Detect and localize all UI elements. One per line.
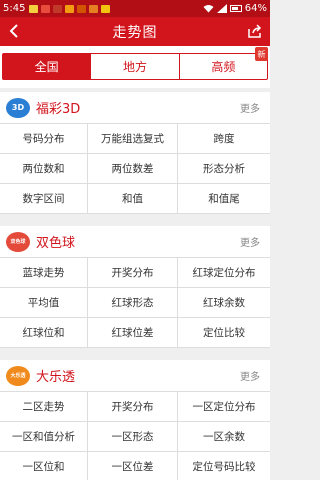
new-badge: 新 xyxy=(254,47,268,61)
wifi-icon xyxy=(203,5,214,13)
notification-icon xyxy=(77,4,87,13)
grid-item[interactable]: 红球位差 xyxy=(88,318,178,348)
tab-label: 全国 xyxy=(34,60,59,74)
grid-item[interactable]: 平均值 xyxy=(0,288,88,318)
grid-item[interactable]: 红球形态 xyxy=(88,288,178,318)
grid-item[interactable]: 开奖分布 xyxy=(88,392,178,422)
grid-item[interactable]: 二区走势 xyxy=(0,392,88,422)
more-link[interactable]: 更多 xyxy=(240,234,260,249)
tab-high-frequency[interactable]: 高频 新 xyxy=(180,47,268,79)
grid-item[interactable]: 红球定位分布 xyxy=(178,258,270,288)
tab-bar-container: 全国 地方 高频 新 xyxy=(0,46,270,88)
tab-label: 高频 xyxy=(211,60,236,74)
grid-item[interactable]: 定位号码比较 xyxy=(178,452,270,480)
grid-item[interactable]: 号码分布 xyxy=(0,124,88,154)
fc3d-logo: 3D xyxy=(6,97,30,118)
ssq-logo: 双色球 xyxy=(6,231,30,252)
notification-icon xyxy=(41,4,51,13)
grid-item[interactable]: 开奖分布 xyxy=(88,258,178,288)
notification-icons xyxy=(29,4,111,13)
chart-grid: 蓝球走势 开奖分布 红球定位分布 平均值 红球形态 红球余数 红球位和 红球位差… xyxy=(0,258,270,348)
grid-item[interactable]: 一区位差 xyxy=(88,452,178,480)
grid-item[interactable]: 一区定位分布 xyxy=(178,392,270,422)
chart-grid: 号码分布 万能组选复式 跨度 两位数和 两位数差 形态分析 数字区间 和值 和值… xyxy=(0,124,270,214)
notification-icon xyxy=(89,4,99,13)
chevron-left-icon xyxy=(9,24,18,38)
grid-item[interactable]: 数字区间 xyxy=(0,184,88,214)
grid-item[interactable]: 两位数差 xyxy=(88,154,178,184)
status-time: 5:45 xyxy=(3,3,26,14)
dlt-logo: 大乐透 xyxy=(6,365,30,386)
tab-national[interactable]: 全国 xyxy=(3,54,92,79)
grid-item[interactable]: 一区位和 xyxy=(0,452,88,480)
title-bar: 走势图 xyxy=(0,17,270,46)
grid-item[interactable]: 跨度 xyxy=(178,124,270,154)
more-link[interactable]: 更多 xyxy=(240,100,260,115)
logo-text: 3D xyxy=(11,103,25,112)
back-button[interactable] xyxy=(4,21,24,41)
section-title: 福彩3D xyxy=(36,102,81,117)
section-fc3d: 3D 福彩3D 更多 号码分布 万能组选复式 跨度 两位数和 两位数差 形态分析… xyxy=(0,92,270,214)
battery-icon xyxy=(229,5,242,12)
notification-icon xyxy=(101,4,111,13)
section-title: 大乐透 xyxy=(36,370,76,385)
grid-item[interactable]: 一区形态 xyxy=(88,422,178,452)
section-ssq: 双色球 双色球 更多 蓝球走势 开奖分布 红球定位分布 平均值 红球形态 红球余… xyxy=(0,226,270,348)
more-link[interactable]: 更多 xyxy=(240,368,260,383)
tab-bar: 全国 地方 高频 新 xyxy=(2,47,268,80)
grid-item[interactable]: 形态分析 xyxy=(178,154,270,184)
tab-local[interactable]: 地方 xyxy=(91,54,180,79)
grid-item[interactable]: 和值尾 xyxy=(178,184,270,214)
grid-item[interactable]: 蓝球走势 xyxy=(0,258,88,288)
section-header: 双色球 双色球 更多 xyxy=(0,226,270,258)
grid-item[interactable]: 红球位和 xyxy=(0,318,88,348)
section-header: 3D 福彩3D 更多 xyxy=(0,92,270,124)
grid-item[interactable]: 红球余数 xyxy=(178,288,270,318)
section-dlt: 大乐透 大乐透 更多 二区走势 开奖分布 一区定位分布 一区和值分析 一区形态 … xyxy=(0,360,270,480)
logo-text: 大乐透 xyxy=(10,373,26,379)
notification-icon xyxy=(53,4,63,13)
grid-item[interactable]: 一区余数 xyxy=(178,422,270,452)
signal-icon xyxy=(216,4,227,13)
status-bar: 5:45 64% xyxy=(0,0,270,17)
grid-item[interactable]: 一区和值分析 xyxy=(0,422,88,452)
grid-item[interactable]: 定位比较 xyxy=(178,318,270,348)
grid-item[interactable]: 和值 xyxy=(88,184,178,214)
tab-label: 地方 xyxy=(122,60,147,74)
section-header: 大乐透 大乐透 更多 xyxy=(0,360,270,392)
grid-item[interactable]: 两位数和 xyxy=(0,154,88,184)
chart-grid: 二区走势 开奖分布 一区定位分布 一区和值分析 一区形态 一区余数 一区位和 一… xyxy=(0,392,270,480)
section-title: 双色球 xyxy=(36,236,76,251)
logo-text: 双色球 xyxy=(10,239,26,245)
page-title: 走势图 xyxy=(112,24,158,41)
notification-icon xyxy=(65,4,75,13)
grid-item[interactable]: 万能组选复式 xyxy=(88,124,178,154)
share-button[interactable] xyxy=(245,21,265,41)
battery-level: 64% xyxy=(244,3,267,14)
notification-icon xyxy=(29,4,39,13)
share-icon xyxy=(248,24,262,38)
